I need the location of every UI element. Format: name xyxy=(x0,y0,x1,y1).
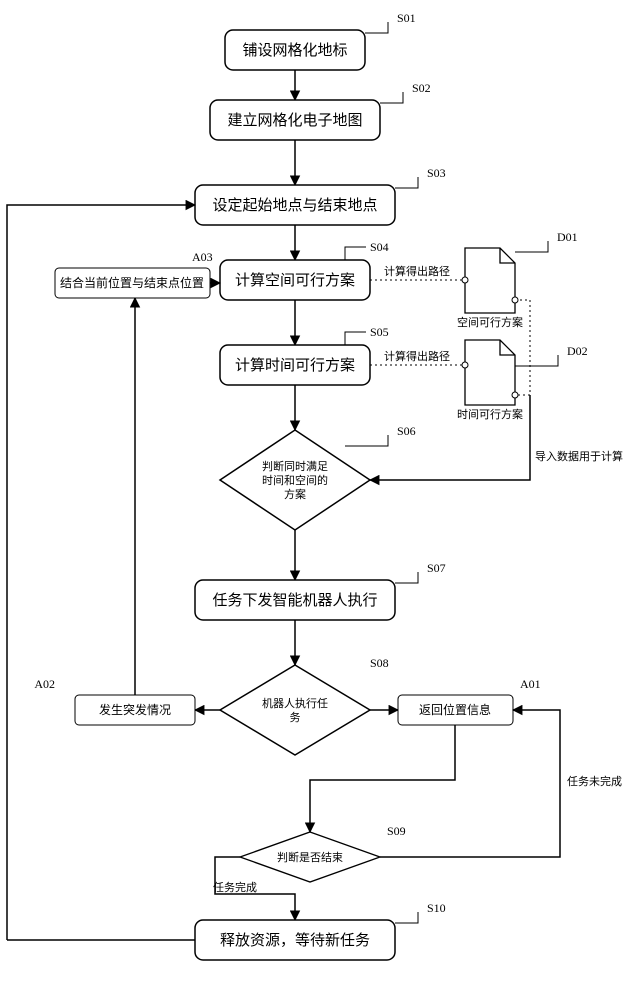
aux-a03-label: 结合当前位置与结束点位置 xyxy=(60,275,204,290)
doc-d02-label: 时间可行方案 xyxy=(457,407,523,421)
arrow-docs-s06 xyxy=(370,395,530,480)
aux-a01-id: A01 xyxy=(520,677,541,691)
step-s09-label: 判断是否结束 xyxy=(277,850,343,864)
step-s10-label: 释放资源，等待新任务 xyxy=(220,931,370,949)
doc-d02-id: D02 xyxy=(567,344,588,358)
aux-a01-label: 返回位置信息 xyxy=(419,702,491,717)
connector-d01-out xyxy=(512,297,518,303)
doc-d02: 时间可行方案 D02 xyxy=(457,340,588,421)
connector-d02-out xyxy=(512,392,518,398)
aux-a02-id: A02 xyxy=(34,677,55,691)
step-s07-id: S07 xyxy=(427,561,446,575)
step-s01: 铺设网格化地标 S01 xyxy=(225,11,416,70)
step-s10-id: S10 xyxy=(427,901,446,915)
arrow-loop-to-s03 xyxy=(7,205,195,940)
step-s03: 设定起始地点与结束地点 S03 xyxy=(195,166,446,225)
connector-d02-in xyxy=(462,362,468,368)
aux-a03-id: A03 xyxy=(192,250,213,264)
step-s06-l1: 判断同时满足 xyxy=(262,459,328,473)
step-s02: 建立网格化电子地图 S02 xyxy=(210,81,431,140)
step-s08-id: S08 xyxy=(370,656,389,670)
step-s05-label: 计算时间可行方案 xyxy=(235,356,355,374)
step-s05: 计算时间可行方案 S05 xyxy=(220,325,389,385)
step-s08-l2: 务 xyxy=(290,711,301,724)
doc-d01: 空间可行方案 D01 xyxy=(457,230,578,329)
aux-a02: 发生突发情况 A02 xyxy=(34,677,195,725)
step-s01-label: 铺设网格化地标 xyxy=(242,42,347,59)
step-s06-decision: 判断同时满足 时间和空间的 方案 S06 xyxy=(220,424,416,530)
aux-a03: 结合当前位置与结束点位置 A03 xyxy=(55,250,213,298)
doc-d01-label: 空间可行方案 xyxy=(457,315,523,329)
step-s07: 任务下发智能机器人执行 S07 xyxy=(195,561,446,620)
step-s03-label: 设定起始地点与结束地点 xyxy=(212,197,377,214)
step-s06-l2: 时间和空间的 xyxy=(262,473,328,487)
step-s01-id: S01 xyxy=(397,11,416,25)
flowchart-canvas: 铺设网格化地标 S01 建立网格化电子地图 S02 设定起始地点与结束地点 S0… xyxy=(0,0,631,1000)
step-s04: 计算空间可行方案 S04 xyxy=(220,240,389,300)
step-s09-id: S09 xyxy=(387,824,406,838)
arrow-s09-loop xyxy=(380,710,560,857)
step-s07-label: 任务下发智能机器人执行 xyxy=(212,591,377,609)
edge-calc-path-1: 计算得出路径 xyxy=(384,264,450,278)
step-s05-id: S05 xyxy=(370,325,389,339)
connector-d01-in xyxy=(462,277,468,283)
step-s06-l3: 方案 xyxy=(284,487,306,501)
edge-import-data: 导入数据用于计算 xyxy=(535,449,623,463)
arrow-a01-s09 xyxy=(310,725,455,832)
aux-a01: 返回位置信息 A01 xyxy=(398,677,541,725)
step-s03-id: S03 xyxy=(427,166,446,180)
step-s09-decision: 判断是否结束 S09 xyxy=(240,824,406,882)
step-s08-decision: 机器人执行任 务 S08 xyxy=(220,656,389,755)
step-s04-label: 计算空间可行方案 xyxy=(235,271,355,289)
aux-a02-label: 发生突发情况 xyxy=(99,702,171,717)
step-s10: 释放资源，等待新任务 S10 xyxy=(195,901,446,960)
edge-task-done: 任务完成 xyxy=(213,880,257,894)
step-s08-l1: 机器人执行任 xyxy=(262,696,328,710)
step-s06-id: S06 xyxy=(397,424,416,438)
step-s02-label: 建立网格化电子地图 xyxy=(227,112,362,129)
doc-d01-id: D01 xyxy=(557,230,578,244)
dotted-d01-d02-link xyxy=(515,300,530,395)
edge-not-done: 任务未完成 xyxy=(567,774,622,788)
edge-calc-path-2: 计算得出路径 xyxy=(384,349,450,363)
step-s04-id: S04 xyxy=(370,240,389,254)
step-s02-id: S02 xyxy=(412,81,431,95)
